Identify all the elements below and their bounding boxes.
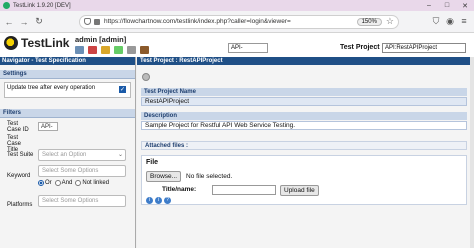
shield-toolbar-icon[interactable]: ⛉ (429, 16, 443, 27)
scrollbar[interactable] (470, 57, 474, 248)
window-title: TestLink 1.9.20 [DEV] (13, 2, 71, 9)
filters-header[interactable]: Filters (0, 109, 135, 118)
testlink-logo[interactable]: TestLink (4, 36, 69, 50)
keyword-label: Keyword (7, 173, 31, 179)
browser-titlebar: TestLink 1.9.20 [DEV] – □ ✕ (0, 0, 474, 11)
not-linked-radio[interactable] (75, 180, 82, 186)
close-icon[interactable]: ✕ (456, 0, 474, 11)
logo-icon (4, 36, 18, 50)
events-icon[interactable] (88, 46, 97, 54)
title-name-input[interactable] (212, 185, 276, 195)
logo-text: TestLink (21, 36, 70, 50)
logout-icon[interactable] (140, 46, 149, 54)
help-icon[interactable]: ? (164, 197, 171, 204)
info-icon[interactable]: i (155, 197, 162, 204)
forward-icon[interactable]: → (18, 15, 30, 29)
minimize-icon[interactable]: – (420, 0, 438, 11)
toolbar-right: ⛉ ◉ ≡ (429, 16, 471, 27)
reload-icon[interactable]: ↻ (33, 15, 45, 29)
window-controls: – □ ✕ (420, 0, 474, 11)
platforms-label: Platforms (7, 202, 33, 208)
tc-id-input[interactable]: API- (38, 122, 58, 131)
account-icon[interactable]: ◉ (443, 16, 457, 27)
navigator-pane: Navigator - Test Specification Settings … (0, 57, 136, 248)
favicon-icon (3, 2, 10, 9)
upload-panel: File Browse... No file selected. Title/n… (141, 155, 467, 205)
not-linked-label: Not linked (82, 180, 110, 186)
or-label: Or (45, 180, 52, 186)
project-header: Test Project : RestAPIProject (137, 57, 474, 65)
tc-title-label: Test Case Title (7, 135, 22, 153)
desktop-icon[interactable] (75, 46, 84, 54)
info-icon[interactable]: i (146, 197, 153, 204)
description-value: Sample Project for Restful API Web Servi… (141, 121, 467, 130)
test-suite-placeholder: Select an Option (42, 152, 87, 158)
and-radio[interactable] (54, 180, 61, 186)
test-project-label: Test Project (340, 44, 380, 51)
tc-id-label: Test Case ID (7, 121, 29, 133)
shield-icon (84, 18, 91, 25)
description-header: Description (141, 112, 467, 120)
address-bar[interactable]: https://flowchartnow.com/testlink/index.… (79, 14, 399, 29)
browse-button[interactable]: Browse... (146, 171, 182, 182)
keyword-select[interactable]: Select Some Options (38, 165, 126, 177)
keyword-logic-radios: Or And Not linked (38, 180, 112, 186)
project-name-header: Test Project Name (141, 88, 467, 96)
keyword-placeholder: Select Some Options (42, 168, 99, 174)
bug-icon[interactable] (101, 46, 110, 54)
test-project-select[interactable]: API:RestAPIProject (382, 43, 466, 53)
platforms-placeholder: Select Some Options (42, 198, 99, 204)
gear-icon[interactable] (142, 73, 150, 81)
title-name-label: Title/name: (162, 186, 197, 193)
test-suite-label: Test Suite (7, 152, 34, 158)
and-label: And (61, 180, 73, 186)
project-name-value: RestAPIProject (141, 97, 467, 106)
edit-icon[interactable] (114, 46, 123, 54)
settings-box: Update tree after every operation ✓ (4, 82, 131, 98)
settings-header[interactable]: Settings (0, 70, 135, 79)
app-header: TestLink admin [admin] API- Test Project… (0, 33, 474, 57)
update-tree-checkbox[interactable]: ✓ (119, 86, 126, 93)
upload-button[interactable]: Upload file (280, 185, 319, 196)
file-label: File (146, 159, 159, 166)
main-pane: Test Project : RestAPIProject Test Proje… (137, 57, 474, 248)
header-icons (75, 46, 153, 54)
or-radio[interactable] (38, 180, 44, 186)
menu-icon[interactable]: ≡ (457, 16, 471, 27)
info-icons: i i ? (146, 197, 173, 204)
lock-icon (94, 18, 100, 25)
no-file-label: No file selected. (186, 173, 233, 180)
platforms-select[interactable]: Select Some Options (38, 195, 126, 207)
testcase-search-input[interactable]: API- (228, 43, 268, 53)
update-tree-label: Update tree after every operation (7, 85, 96, 91)
back-icon[interactable]: ← (3, 15, 15, 29)
url-text[interactable]: https://flowchartnow.com/testlink/index.… (104, 18, 353, 25)
browser-navbar: ← → ↻ https://flowchartnow.com/testlink/… (0, 11, 474, 33)
zoom-badge[interactable]: 150% (356, 17, 382, 26)
maximize-icon[interactable]: □ (438, 0, 456, 11)
attached-files-header: Attached files : (141, 141, 467, 150)
filters-panel: Test Case ID API- Test Case Title Test S… (0, 118, 135, 238)
settings-icon[interactable] (127, 46, 136, 54)
current-user: admin [admin] (75, 35, 127, 44)
test-suite-select[interactable]: Select an Option ⌄ (38, 149, 126, 161)
bookmark-star-icon[interactable]: ☆ (386, 16, 394, 27)
chevron-down-icon: ⌄ (117, 152, 123, 158)
navigator-title: Navigator - Test Specification (0, 57, 135, 65)
